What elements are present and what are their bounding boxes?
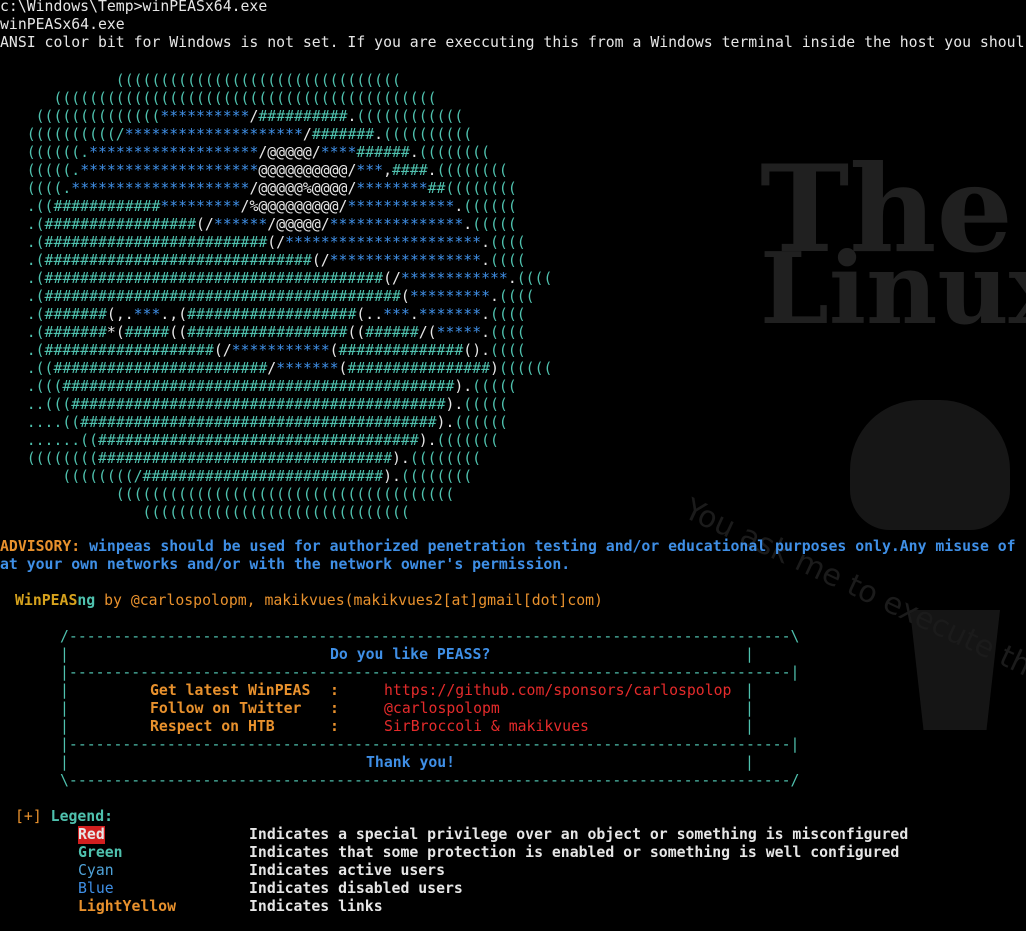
art-line: .(###################(/***********(#####… <box>0 342 526 359</box>
box-row-label: Get latest WinPEAS <box>150 682 311 699</box>
box-side-right: | <box>745 682 754 699</box>
art-line: .(######################################… <box>0 288 535 305</box>
legend-desc: Indicates links <box>249 898 383 915</box>
art-line: ((((((.*******************/@@@@@/****###… <box>0 144 491 161</box>
box-thanks: Thank you! <box>366 754 456 771</box>
art-line: ((((((((################################… <box>0 450 482 467</box>
twitter-handle[interactable]: @carlospolopm <box>384 700 500 718</box>
art-line: (((((((((((((((((((((((((((((((((((((( <box>0 486 455 503</box>
art-line: ((((((((((((((**********/##########.((((… <box>0 108 464 125</box>
art-line: ....((##################################… <box>0 414 508 431</box>
legend-name-red: Red <box>78 826 105 844</box>
art-line: .((############*********/%@@@@@@@@@/****… <box>0 198 517 215</box>
art-line: (((((((((((((((((((((((((((((( <box>0 504 410 521</box>
box-row-label: Follow on Twitter <box>150 700 302 717</box>
box-row-separator: : <box>330 682 339 699</box>
legend-title: [+] Legend: <box>15 808 113 826</box>
box-side-right: | <box>745 646 754 663</box>
art-line: .(#######(,.***.,(###################(..… <box>0 306 526 323</box>
art-line: .(######################################… <box>0 270 553 287</box>
legend-name-lightyellow: LightYellow <box>78 898 176 915</box>
art-line: ((((.********************/@@@@@%@@@@/***… <box>0 180 517 197</box>
advisory-label: ADVISORY: <box>0 538 81 555</box>
winpeas-ng: ng <box>77 592 96 609</box>
credits-line: WinPEASng by @carlospolopm, makikvues(ma… <box>15 592 603 610</box>
box-row-label: Respect on HTB <box>150 718 275 735</box>
legend-name-cyan: Cyan <box>78 862 114 879</box>
box-border-top: /---------------------------------------… <box>60 628 800 645</box>
watermark-linuxsys: LinuxSys <box>760 232 1026 347</box>
box-divider-2: |---------------------------------------… <box>60 736 800 753</box>
legend-desc: Indicates active users <box>249 862 445 879</box>
art-line: (((((((((((((((((((((((((((((((( <box>0 72 401 89</box>
box-side-left: | <box>60 682 69 699</box>
legend-name-green: Green <box>78 844 123 861</box>
sponsor-link[interactable]: https://github.com/sponsors/carlospolop <box>384 682 731 700</box>
box-divider-1: |---------------------------------------… <box>60 664 800 681</box>
legend-desc: Indicates a special privilege over an ob… <box>249 826 909 843</box>
credits-authors: by @carlospolopm, makikvues(makikvues2[a… <box>95 592 603 609</box>
art-line: .(#################(/******/@@@@@/******… <box>0 216 517 233</box>
legend-prefix: [+] <box>15 808 42 825</box>
peass-ascii-art: (((((((((((((((((((((((((((((((( (((((((… <box>0 72 553 522</box>
advisory-line-1: ADVISORY: winpeas should be used for aut… <box>0 538 1016 556</box>
box-side-left: | <box>60 754 69 771</box>
box-border-bottom: \---------------------------------------… <box>60 772 800 789</box>
art-line: .(#######*(#####((##################((##… <box>0 324 526 341</box>
box-side-right: | <box>745 700 754 717</box>
art-line: .((########################/*******(####… <box>0 360 553 377</box>
box-title: Do you like PEASS? <box>330 646 491 663</box>
art-line: ..(((###################################… <box>0 396 508 413</box>
art-line: (((((.********************@@@@@@@@@@/***… <box>0 162 508 179</box>
art-line: .(((####################################… <box>0 378 517 395</box>
art-line: .(##############################(/******… <box>0 252 526 269</box>
box-side-left: | <box>60 700 69 717</box>
art-line: ((((((((((((((((((((((((((((((((((((((((… <box>0 90 437 107</box>
art-line: ((((((((((/********************/#######.… <box>0 126 473 143</box>
art-line: .(#########################(/***********… <box>0 234 526 251</box>
art-line: ((((((((/###########################).((… <box>0 468 473 485</box>
legend-desc: Indicates that some protection is enable… <box>249 844 900 861</box>
box-row-separator: : <box>330 700 339 717</box>
command-echo: winPEASx64.exe <box>0 16 125 33</box>
command-prompt: c:\Windows\Temp>winPEASx64.exe <box>0 0 268 15</box>
box-side-right: | <box>745 754 754 771</box>
winpeas-name: WinPEAS <box>15 592 78 609</box>
box-row-separator: : <box>330 718 339 735</box>
box-side-right: | <box>745 718 754 735</box>
box-side-left: | <box>60 718 69 735</box>
ansi-warning: ANSI color bit for Windows is not set. I… <box>0 34 1025 51</box>
legend-label: Legend: <box>50 808 114 825</box>
legend-name-blue: Blue <box>78 880 114 897</box>
terminal-window[interactable]: The LinuxSys You ask me to execute the c… <box>0 0 1026 931</box>
tux-watermark-icon <box>850 400 1010 530</box>
art-line: ......((################################… <box>0 432 499 449</box>
htb-names: SirBroccoli & makikvues <box>384 718 589 735</box>
advisory-text: winpeas should be used for authorized pe… <box>80 538 1016 555</box>
box-side-left: | <box>60 646 69 663</box>
advisory-line-2: at your own networks and/or with the net… <box>0 556 571 573</box>
legend-desc: Indicates disabled users <box>249 880 463 897</box>
